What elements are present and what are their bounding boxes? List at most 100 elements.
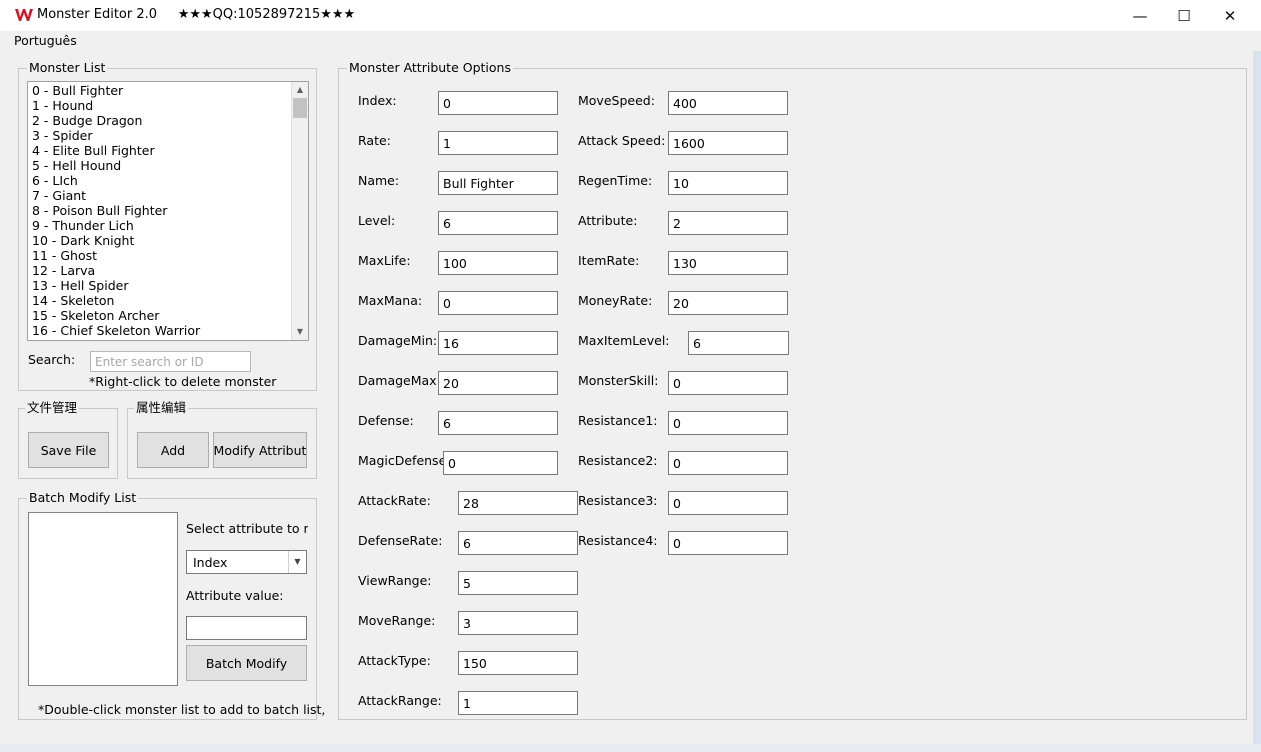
attr-label: Resistance2: xyxy=(578,453,658,468)
list-item[interactable]: 3 - Spider xyxy=(32,128,200,143)
scroll-up-icon[interactable]: ▲ xyxy=(292,82,308,98)
chevron-down-icon[interactable]: ▼ xyxy=(288,551,306,573)
attr-field[interactable] xyxy=(438,91,558,115)
modify-attribute-button[interactable]: Modify Attribut xyxy=(213,432,307,468)
list-item[interactable]: 7 - Giant xyxy=(32,188,200,203)
list-item[interactable]: 4 - Elite Bull Fighter xyxy=(32,143,200,158)
menu-bar xyxy=(0,31,1261,51)
list-item[interactable]: 16 - Chief Skeleton Warrior xyxy=(32,323,200,338)
attr-label: Resistance1: xyxy=(578,413,658,428)
attr-field[interactable] xyxy=(438,171,558,195)
attr-field[interactable] xyxy=(668,491,788,515)
attribute-value-input[interactable] xyxy=(186,616,307,640)
attr-field[interactable] xyxy=(458,651,578,675)
list-item[interactable]: 9 - Thunder Lich xyxy=(32,218,200,233)
attr-label: MagicDefense: xyxy=(358,453,451,468)
attr-field[interactable] xyxy=(458,531,578,555)
scroll-thumb[interactable] xyxy=(293,98,307,118)
attr-label: Index: xyxy=(358,93,397,108)
attr-label: DamageMin: xyxy=(358,333,438,348)
attributes-legend: Monster Attribute Options xyxy=(347,60,513,75)
attr-field[interactable] xyxy=(438,371,558,395)
scroll-down-icon[interactable]: ▼ xyxy=(292,324,308,340)
list-item[interactable]: 5 - Hell Hound xyxy=(32,158,200,173)
list-item[interactable]: 15 - Skeleton Archer xyxy=(32,308,200,323)
batch-legend: Batch Modify List xyxy=(27,490,139,505)
batch-list[interactable] xyxy=(28,512,178,686)
maximize-icon: ☐ xyxy=(1177,6,1191,25)
close-icon: ✕ xyxy=(1223,6,1237,25)
attr-field[interactable] xyxy=(458,491,578,515)
attr-label: AttackType: xyxy=(358,653,431,668)
file-group-legend: 文件管理 xyxy=(25,400,80,415)
minimize-button[interactable]: — xyxy=(1117,0,1163,31)
delete-hint: *Right-click to delete monster xyxy=(89,374,277,389)
attribute-select-value: Index xyxy=(193,555,228,570)
attr-label: MaxItemLevel: xyxy=(578,333,670,348)
attr-label: DamageMax: xyxy=(358,373,441,388)
monster-list[interactable]: 0 - Bull Fighter 1 - Hound 2 - Budge Drago… xyxy=(27,81,309,341)
batch-hint: *Double-click monster list to add to bat… xyxy=(38,702,326,717)
attr-label: MoneyRate: xyxy=(578,293,653,308)
attr-field[interactable] xyxy=(668,171,788,195)
list-item[interactable]: 6 - LIch xyxy=(32,173,200,188)
attr-field[interactable] xyxy=(688,331,789,355)
attr-field[interactable] xyxy=(438,291,558,315)
list-scrollbar[interactable]: ▲ ▼ xyxy=(291,82,308,340)
attribute-value-label: Attribute value: xyxy=(186,588,284,603)
edit-group-legend: 属性编辑 xyxy=(134,400,189,415)
attr-field[interactable] xyxy=(668,291,788,315)
attr-field[interactable] xyxy=(458,571,578,595)
window-edge-bottom xyxy=(0,744,1261,752)
attr-field[interactable] xyxy=(668,451,788,475)
close-button[interactable]: ✕ xyxy=(1207,0,1253,31)
window-title: Monster Editor 2.0 ★★★QQ:1052897215★★★ xyxy=(37,7,356,22)
attr-field[interactable] xyxy=(438,251,558,275)
attr-field[interactable] xyxy=(438,331,558,355)
attr-label: Resistance4: xyxy=(578,533,658,548)
save-file-button[interactable]: Save File xyxy=(28,432,109,468)
attr-field[interactable] xyxy=(668,411,788,435)
attr-label: Resistance3: xyxy=(578,493,658,508)
attr-field[interactable] xyxy=(443,451,558,475)
attr-field[interactable] xyxy=(458,691,578,715)
attr-label: Rate: xyxy=(358,133,391,148)
list-item[interactable]: 11 - Ghost xyxy=(32,248,200,263)
list-item[interactable]: 14 - Skeleton xyxy=(32,293,200,308)
menu-item-language[interactable]: Português xyxy=(14,33,77,48)
attr-label: RegenTime: xyxy=(578,173,653,188)
list-item[interactable]: 0 - Bull Fighter xyxy=(32,83,200,98)
attribute-select[interactable]: Index ▼ xyxy=(186,550,307,574)
list-item[interactable]: 2 - Budge Dragon xyxy=(32,113,200,128)
attr-label: ItemRate: xyxy=(578,253,640,268)
attr-field[interactable] xyxy=(668,531,788,555)
maximize-button[interactable]: ☐ xyxy=(1161,0,1207,31)
attr-field[interactable] xyxy=(668,131,788,155)
attr-field[interactable] xyxy=(438,411,558,435)
list-item[interactable]: 13 - Hell Spider xyxy=(32,278,200,293)
w-logo-icon xyxy=(15,9,33,21)
batch-modify-button[interactable]: Batch Modify xyxy=(186,645,307,681)
attr-label: AttackRate: xyxy=(358,493,431,508)
attr-field[interactable] xyxy=(438,131,558,155)
list-item[interactable]: 12 - Larva xyxy=(32,263,200,278)
attr-field[interactable] xyxy=(668,211,788,235)
attr-field[interactable] xyxy=(668,371,788,395)
attr-label: Level: xyxy=(358,213,396,228)
list-item[interactable]: 1 - Hound xyxy=(32,98,200,113)
attr-label: MonsterSkill: xyxy=(578,373,659,388)
window-edge xyxy=(1253,51,1261,752)
attr-field[interactable] xyxy=(668,91,788,115)
attr-label: ViewRange: xyxy=(358,573,432,588)
attr-label: DefenseRate: xyxy=(358,533,443,548)
attr-field[interactable] xyxy=(438,211,558,235)
list-item[interactable]: 17 - Cyclops xyxy=(32,338,200,340)
list-item[interactable]: 10 - Dark Knight xyxy=(32,233,200,248)
attr-label: Attack Speed: xyxy=(578,133,666,148)
attr-label: MoveSpeed: xyxy=(578,93,655,108)
attr-field[interactable] xyxy=(668,251,788,275)
list-item[interactable]: 8 - Poison Bull Fighter xyxy=(32,203,200,218)
attr-field[interactable] xyxy=(458,611,578,635)
search-input[interactable] xyxy=(90,351,251,372)
add-button[interactable]: Add xyxy=(137,432,209,468)
